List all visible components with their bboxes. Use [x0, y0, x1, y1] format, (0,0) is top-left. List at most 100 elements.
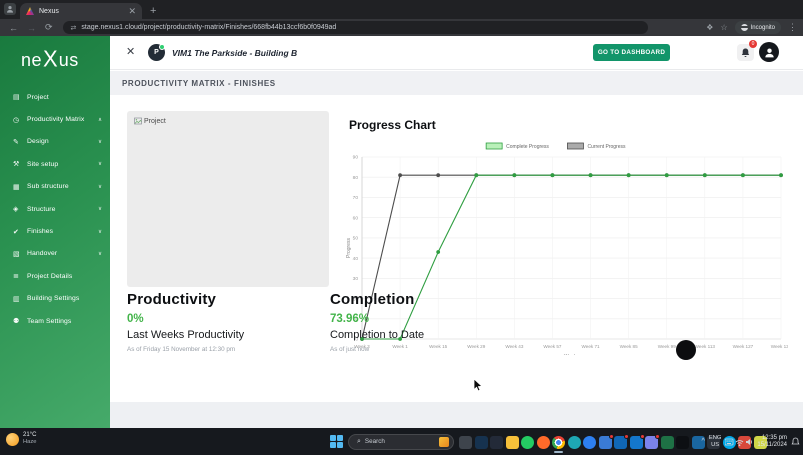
tools-icon: ⚒ [13, 160, 27, 168]
close-icon[interactable]: ✕ [126, 45, 135, 58]
terminal-icon[interactable] [676, 436, 689, 449]
sidebar-item-project[interactable]: ▤Project [0, 86, 110, 108]
tab-close-icon[interactable]: ✕ [128, 6, 136, 17]
clock-icon: ◷ [13, 116, 27, 124]
chevron-down-icon: ∨ [98, 184, 102, 190]
chevron-down-icon: ∨ [98, 161, 102, 167]
sidebar-item-label: Design [27, 138, 98, 145]
browser-profile-icon[interactable] [4, 3, 16, 15]
user-avatar[interactable] [759, 42, 779, 62]
start-button[interactable] [330, 435, 343, 448]
reload-icon[interactable]: ⟳ [45, 22, 53, 33]
svg-text:90: 90 [353, 155, 359, 161]
search-icon: ⌕ [357, 438, 361, 446]
tray-status-icons[interactable] [725, 437, 753, 447]
app-notification-badge [655, 434, 660, 439]
sidebar-item-sub-structure[interactable]: ▦Sub structure∨ [0, 176, 110, 198]
app-icon-blue[interactable] [583, 436, 596, 449]
sidebar-item-design[interactable]: ✎Design∨ [0, 131, 110, 153]
taskbar-search[interactable]: ⌕ Search [348, 434, 454, 450]
productivity-subtitle: Last Weeks Productivity [127, 329, 244, 341]
sidebar-item-label: Structure [27, 206, 98, 213]
taskbar-clock[interactable]: 12:35 pm 15/11/2024 [757, 435, 787, 449]
tray-bell-icon[interactable] [791, 437, 800, 447]
sidebar-items: ▤Project◷Productivity Matrix∧✎Design∨⚒Si… [0, 86, 110, 332]
svg-text:Week 127: Week 127 [733, 344, 754, 349]
sidebar-item-project-details[interactable]: ≣Project Details [0, 265, 110, 287]
back-icon[interactable]: ← [9, 23, 18, 33]
people-app-icon[interactable] [599, 436, 612, 449]
bookmark-star-icon[interactable]: ☆ [720, 23, 727, 32]
chevron-down-icon: ∨ [98, 139, 102, 145]
language-indicator[interactable]: ENG US [709, 435, 722, 448]
address-bar[interactable]: ⇄ stage.nexus1.cloud/project/productivit… [63, 21, 648, 34]
store-app-icon[interactable] [475, 436, 488, 449]
outlook-icon[interactable] [614, 436, 627, 449]
app-notification-badge [624, 434, 629, 439]
svg-text:40: 40 [353, 256, 359, 262]
tray-time: 12:35 pm [757, 435, 787, 442]
layers-icon: ▦ [13, 183, 27, 191]
taskbar-weather[interactable]: 21°C Haze [6, 432, 37, 446]
sidebar-item-label: Project [27, 94, 102, 101]
sidebar-item-team-settings[interactable]: ⚉Team Settings [0, 310, 110, 332]
sidebar-item-building-settings[interactable]: ▥Building Settings [0, 288, 110, 310]
extensions-icon[interactable]: ❖ [706, 23, 713, 32]
sidebar-item-site-setup[interactable]: ⚒Site setup∨ [0, 153, 110, 175]
sidebar-item-productivity-matrix[interactable]: ◷Productivity Matrix∧ [0, 108, 110, 130]
content-panel: Project Productivity 0% Last Weeks Produ… [110, 95, 803, 402]
mouse-cursor [473, 378, 484, 392]
browser-tab[interactable]: Nexus ✕ [20, 3, 142, 19]
tray-chevron-up-icon[interactable]: ^ [702, 438, 705, 445]
sidebar-item-finishes[interactable]: ✔Finishes∨ [0, 220, 110, 242]
sidebar-item-structure[interactable]: ◈Structure∨ [0, 198, 110, 220]
new-tab-button[interactable]: + [150, 3, 156, 19]
sidebar-item-handover[interactable]: ▧Handover∨ [0, 243, 110, 265]
firefox-icon[interactable] [537, 436, 550, 449]
completion-subtitle: Completion to Date [330, 329, 424, 341]
check-circle-icon: ✔ [13, 228, 27, 236]
whatsapp-icon[interactable] [521, 436, 534, 449]
system-app-icon[interactable] [459, 436, 472, 449]
section-title: PRODUCTIVITY MATRIX - FINISHES [122, 79, 276, 88]
chevron-down-icon: ∨ [98, 206, 102, 212]
forward-icon[interactable]: → [27, 23, 36, 33]
browser-tabbar: Nexus ✕ + [0, 0, 803, 19]
completion-value: 73.96% [330, 313, 424, 325]
svg-text:Weeks: Weeks [564, 354, 580, 355]
sidebar-item-label: Productivity Matrix [27, 116, 98, 123]
weather-icon [6, 433, 19, 446]
handover-icon: ▧ [13, 250, 27, 258]
productivity-title: Productivity [127, 291, 244, 308]
tab-title: Nexus [39, 8, 123, 15]
file-explorer-icon[interactable] [506, 436, 519, 449]
image-alt-text: Project [144, 118, 166, 125]
chevron-down-icon: ∨ [98, 251, 102, 257]
notifications-button[interactable]: 0 [737, 44, 754, 61]
team-icon: ⚉ [13, 317, 27, 325]
system-tray: ^ ENG US 12:35 pm 15/11/2024 [702, 428, 800, 455]
outlook-calendar-icon[interactable] [630, 436, 643, 449]
go-to-dashboard-button[interactable]: GO TO DASHBOARD [593, 44, 670, 61]
svg-text:Week 99: Week 99 [658, 344, 676, 349]
edge-icon[interactable] [568, 436, 581, 449]
floating-action-button[interactable] [676, 340, 696, 360]
productivity-value: 0% [127, 313, 244, 325]
nexus-logo: ne X us [21, 46, 79, 72]
chrome-icon[interactable] [552, 436, 565, 449]
productivity-card: Productivity 0% Last Weeks Productivity … [127, 291, 244, 353]
pen-icon: ✎ [13, 138, 27, 146]
teams-icon[interactable] [645, 436, 658, 449]
site-info-icon[interactable]: ⇄ [71, 24, 77, 32]
teams-classic-icon[interactable] [490, 436, 503, 449]
app-viewport: ne X us ▤Project◷Productivity Matrix∧✎De… [0, 36, 803, 428]
svg-text:80: 80 [353, 175, 359, 181]
excel-icon[interactable] [661, 436, 674, 449]
sidebar: ne X us ▤Project◷Productivity Matrix∧✎De… [0, 36, 110, 428]
svg-text:Week 43: Week 43 [505, 344, 523, 349]
url-text: stage.nexus1.cloud/project/productivity-… [81, 24, 336, 31]
browser-toolbar: ← → ⟳ ⇄ stage.nexus1.cloud/project/produ… [0, 19, 803, 36]
browser-menu-icon[interactable]: ⋮ [788, 22, 797, 33]
keyboard-icon [725, 439, 733, 445]
search-highlight-icon [439, 437, 449, 447]
